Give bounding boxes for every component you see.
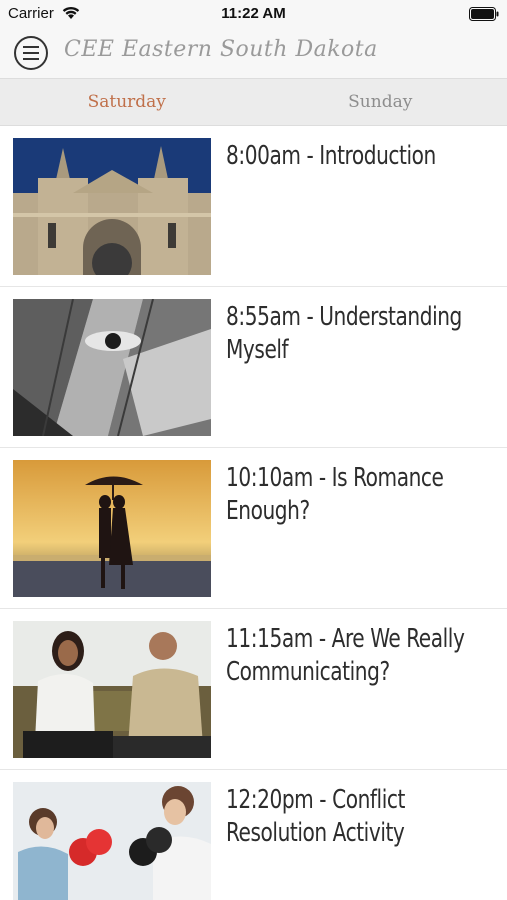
- session-row[interactable]: 12:20pm - Conflict Resolution Activity: [0, 770, 507, 900]
- session-title: 8:00am - Introduction: [226, 141, 436, 171]
- menu-button[interactable]: [14, 36, 48, 70]
- fragmented-face-photo: [13, 299, 211, 436]
- tab-saturday[interactable]: Saturday: [0, 79, 254, 125]
- session-list: 8:00am - Introduction 8:55am - Understan…: [0, 126, 507, 900]
- session-row[interactable]: 11:15am - Are We Really Communicating?: [0, 609, 507, 770]
- tab-sunday[interactable]: Sunday: [254, 79, 507, 125]
- session-title: 8:55am - Understanding Myself: [226, 302, 462, 365]
- couple-umbrella-sunset-photo: [13, 460, 211, 597]
- app-title: CEE Eastern South Dakota: [64, 37, 378, 62]
- couple-boxing-gloves-photo: [13, 782, 211, 900]
- session-title: 12:20pm - Conflict Resolution Activity: [226, 785, 405, 848]
- status-bar: Carrier 11:22 AM: [0, 0, 507, 28]
- couple-talking-sofa-photo: [13, 621, 211, 758]
- status-time: 11:22 AM: [221, 5, 286, 22]
- session-row[interactable]: 8:55am - Understanding Myself: [0, 287, 507, 448]
- session-row[interactable]: 8:00am - Introduction: [0, 126, 507, 287]
- day-tab-bar: Saturday Sunday: [0, 78, 507, 126]
- session-title: 11:15am - Are We Really Communicating?: [226, 624, 465, 687]
- session-row[interactable]: 10:10am - Is Romance Enough?: [0, 448, 507, 609]
- session-title: 10:10am - Is Romance Enough?: [226, 463, 444, 526]
- hamburger-menu-icon: [23, 46, 39, 60]
- nav-bar: CEE Eastern South Dakota: [0, 28, 507, 78]
- cathedral-photo: [13, 138, 211, 275]
- battery-icon: [469, 7, 499, 21]
